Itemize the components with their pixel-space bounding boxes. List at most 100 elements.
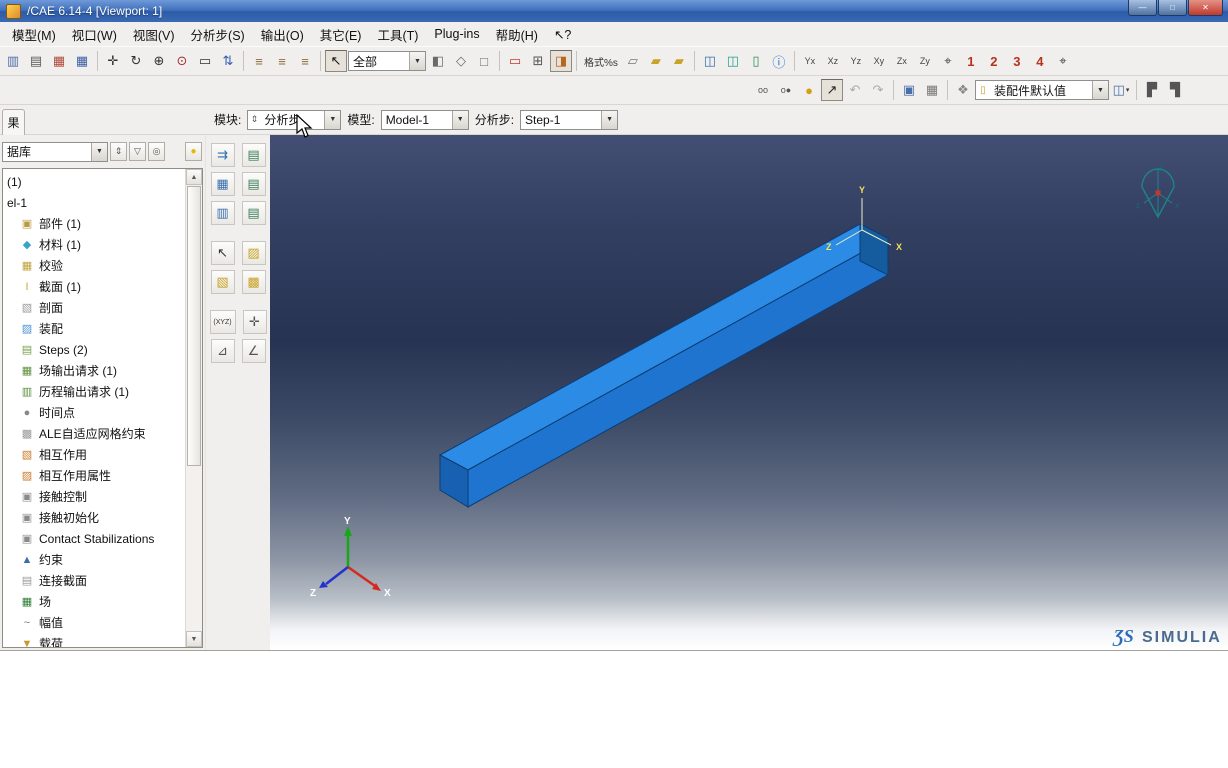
color-code-icon[interactable]: ❖: [952, 79, 974, 101]
chevron-down-icon[interactable]: ▼: [409, 52, 425, 70]
tree-item[interactable]: ▩ ALE自适应网格约束: [3, 423, 186, 444]
measure-icon[interactable]: ⊞: [527, 50, 549, 72]
view-preset-3[interactable]: 3: [1006, 50, 1028, 72]
view-preset-2[interactable]: 2: [983, 50, 1005, 72]
view-cut-icon[interactable]: ▭: [504, 50, 526, 72]
viewport-layout-icon[interactable]: ▛: [1141, 79, 1163, 101]
chevron-down-icon[interactable]: ▼: [451, 110, 468, 129]
field-output-manager-icon[interactable]: ▤: [241, 172, 266, 196]
tree-scrollbar[interactable]: ▲ ▼: [185, 169, 202, 647]
menu-output[interactable]: 输出(O): [253, 22, 312, 47]
beam-top-face[interactable]: [438, 223, 890, 471]
menu-view[interactable]: 视图(V): [125, 22, 183, 47]
tree-item[interactable]: (1): [3, 171, 186, 192]
filter-icon[interactable]: ▽: [129, 142, 146, 161]
tree-item[interactable]: ▨ 相互作用属性: [3, 465, 186, 486]
chevron-down-icon[interactable]: ▼: [1092, 81, 1108, 99]
assembly-defaults-combo[interactable]: ▯ 装配件默认值 ▼: [975, 80, 1109, 100]
view-preset-1[interactable]: 1: [960, 50, 982, 72]
tree-item[interactable]: ● 时间点: [3, 402, 186, 423]
save-icon[interactable]: ▥: [2, 50, 24, 72]
tree-item[interactable]: ▦ 场输出请求 (1): [3, 360, 186, 381]
viewport-canvas[interactable]: Y X Z Y X Z y x z ƷS SIMULIA: [270, 135, 1228, 650]
tree-item[interactable]: ◆ 材料 (1): [3, 234, 186, 255]
pan-view-icon[interactable]: ✛: [102, 50, 124, 72]
annotation-red-icon[interactable]: ▦: [48, 50, 70, 72]
edit-attributes-icon[interactable]: ▨: [241, 241, 266, 265]
view-preset-4[interactable]: 4: [1029, 50, 1051, 72]
view-iso2-icon[interactable]: Zx: [891, 50, 913, 72]
maximize-button[interactable]: □: [1158, 0, 1187, 16]
datum-cube-teal-icon[interactable]: ◫: [722, 50, 744, 72]
scroll-up-icon[interactable]: ▲: [186, 169, 202, 185]
manager-table-icon[interactable]: ▦: [921, 79, 943, 101]
tree-item[interactable]: ▣ 接触控制: [3, 486, 186, 507]
view-compass[interactable]: y x z: [1136, 160, 1179, 219]
sort-icon[interactable]: ⇕: [110, 142, 127, 161]
menu-step[interactable]: 分析步(S): [183, 22, 253, 47]
render-beam-profiles-icon[interactable]: oo: [752, 79, 774, 101]
chevron-down-icon[interactable]: ▼: [91, 142, 107, 161]
step-combo[interactable]: Step-1 ▼: [520, 109, 619, 130]
render-wireframe-icon[interactable]: □: [473, 50, 495, 72]
datum-cube-blue-icon[interactable]: ◫: [699, 50, 721, 72]
render-shell-thickness-icon[interactable]: o●: [775, 79, 797, 101]
box-zoom-icon[interactable]: ▭: [194, 50, 216, 72]
view-xy-icon[interactable]: Yx: [799, 50, 821, 72]
menu-other[interactable]: 其它(E): [312, 22, 370, 47]
tree-item[interactable]: I 截面 (1): [3, 276, 186, 297]
tree-item[interactable]: ▦ 校验: [3, 255, 186, 276]
lightbulb-icon[interactable]: ●: [185, 142, 202, 161]
page-green-icon[interactable]: ▯: [745, 50, 767, 72]
create-step-icon[interactable]: ⇉: [210, 143, 235, 167]
menu-model[interactable]: 模型(M): [4, 22, 64, 47]
query-ladder-icon-3[interactable]: ≡: [294, 50, 316, 72]
annotation-manager-icon[interactable]: ▱: [622, 50, 644, 72]
rotate-axis-icon[interactable]: ⊿: [210, 339, 235, 363]
beam-side-face[interactable]: [467, 237, 889, 508]
chevron-down-icon[interactable]: ▾: [1126, 86, 1130, 94]
view-iso1-icon[interactable]: Xy: [868, 50, 890, 72]
view-yz-icon[interactable]: Yz: [845, 50, 867, 72]
tree-item[interactable]: ▧ 剖面: [3, 297, 186, 318]
dynamic-zoom-icon[interactable]: ⊙: [171, 50, 193, 72]
perspective-icon[interactable]: ◨: [550, 50, 572, 72]
create-history-output-icon[interactable]: ▥: [210, 201, 235, 225]
view-iso3-icon[interactable]: Zy: [914, 50, 936, 72]
adaptive-mesh-manager-icon[interactable]: ▩: [241, 270, 266, 294]
tree-item[interactable]: ▤ 连接截面: [3, 570, 186, 591]
chevron-down-icon[interactable]: ▼: [601, 110, 618, 129]
folder-open-icon[interactable]: ▰: [645, 50, 667, 72]
angle-axis-icon[interactable]: ∠: [241, 339, 266, 363]
xyz-coordinates-icon[interactable]: (XYZ): [209, 310, 236, 334]
tree-item[interactable]: ~ 幅值: [3, 612, 186, 633]
search-icon[interactable]: ◎: [148, 142, 165, 161]
tree-item[interactable]: ▲ 约束: [3, 549, 186, 570]
tree-item[interactable]: ▼ 载荷: [3, 633, 186, 647]
viewport[interactable]: Y X Z Y X Z y x z ƷS SIMULIA: [270, 135, 1228, 650]
rotate-view-icon[interactable]: ↻: [125, 50, 147, 72]
tree-item[interactable]: ▦ 场: [3, 591, 186, 612]
tree-item[interactable]: ▣ 部件 (1): [3, 213, 186, 234]
menu-help[interactable]: 帮助(H): [488, 22, 546, 47]
context-help-icon[interactable]: ↖?: [546, 24, 579, 45]
query-ladder-icon-2[interactable]: ≡: [271, 50, 293, 72]
selection-scope-combo[interactable]: 全部 ▼: [348, 51, 426, 71]
tree-item[interactable]: ▣ 接触初始化: [3, 507, 186, 528]
tree-item[interactable]: ▤ Steps (2): [3, 339, 186, 360]
adaptive-mesh-icon[interactable]: ▧: [210, 270, 235, 294]
scroll-down-icon[interactable]: ▼: [186, 631, 202, 647]
step-manager-icon[interactable]: ▤: [241, 143, 266, 167]
view-xz-icon[interactable]: Xz: [822, 50, 844, 72]
folder-icon[interactable]: ▰: [668, 50, 690, 72]
model-database-combo[interactable]: 据库 ▼: [2, 141, 108, 162]
datum-csys-icon[interactable]: ✛: [242, 310, 267, 334]
print-icon[interactable]: ▤: [25, 50, 47, 72]
select-cursor-icon[interactable]: ↖: [325, 50, 347, 72]
beam-part[interactable]: [438, 223, 890, 508]
render-hidden-icon[interactable]: ◇: [450, 50, 472, 72]
save-view-icon[interactable]: ⌖: [1052, 50, 1074, 72]
minimize-button[interactable]: —: [1128, 0, 1157, 16]
tree-item[interactable]: el-1: [3, 192, 186, 213]
tree-item[interactable]: ▨ 装配: [3, 318, 186, 339]
